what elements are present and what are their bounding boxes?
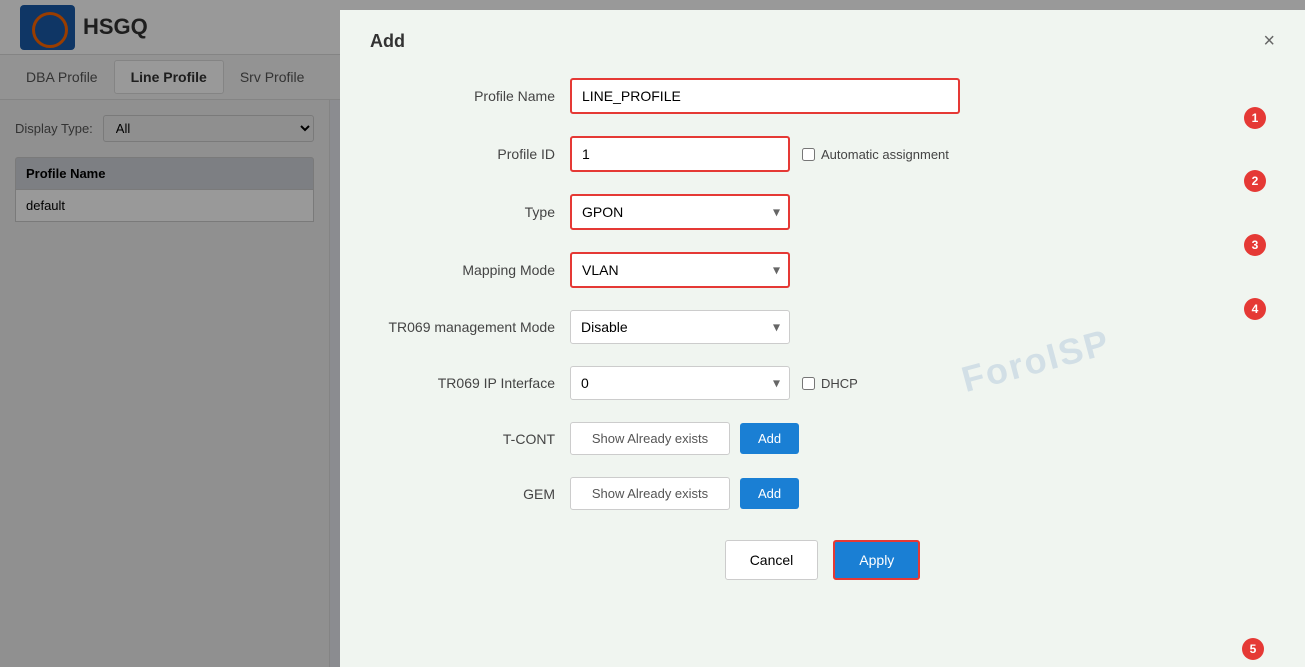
tr069-ip-control-row: 0 1 2 DHCP [570,366,858,400]
tcont-controls: Show Already exists Add [570,422,799,455]
automatic-assignment-checkbox[interactable] [802,148,815,161]
profile-id-input[interactable] [570,136,790,172]
tr069-mode-select-wrapper: Disable Enable [570,310,790,344]
add-modal: Add × 1 2 3 4 5 Profile Name Profile ID … [340,10,1305,667]
mapping-mode-row: Mapping Mode VLAN GEM TLS [370,252,1275,288]
close-button[interactable]: × [1263,30,1275,53]
mapping-mode-select[interactable]: VLAN GEM TLS [570,252,790,288]
tr069-mode-row: TR069 management Mode Disable Enable [370,310,1275,344]
profile-name-row: Profile Name [370,78,1275,114]
tr069-mode-label: TR069 management Mode [370,319,570,335]
step-badge-1: 1 [1244,107,1266,129]
gem-row: GEM Show Already exists Add [370,477,1275,510]
type-select[interactable]: GPON EPON XGS-PON [570,194,790,230]
profile-id-control-row: Automatic assignment [570,136,949,172]
tr069-ip-row: TR069 IP Interface 0 1 2 DHCP [370,366,1275,400]
automatic-assignment-label: Automatic assignment [802,147,949,162]
type-select-wrapper: GPON EPON XGS-PON [570,194,790,230]
gem-controls: Show Already exists Add [570,477,799,510]
type-row: Type GPON EPON XGS-PON [370,194,1275,230]
profile-id-label: Profile ID [370,146,570,162]
tcont-label: T-CONT [370,431,570,447]
tcont-show-button[interactable]: Show Already exists [570,422,730,455]
profile-id-row: Profile ID Automatic assignment [370,136,1275,172]
step-badge-2: 2 [1244,170,1266,192]
tr069-mode-select[interactable]: Disable Enable [570,310,790,344]
step-badge-3: 3 [1244,234,1266,256]
profile-name-label: Profile Name [370,88,570,104]
profile-name-input[interactable] [570,78,960,114]
type-label: Type [370,204,570,220]
dhcp-checkbox[interactable] [802,377,815,390]
mapping-mode-label: Mapping Mode [370,262,570,278]
modal-header: Add × [370,30,1275,53]
modal-footer: Cancel Apply [370,540,1275,580]
step-badge-4: 4 [1244,298,1266,320]
gem-label: GEM [370,486,570,502]
step-badge-5: 5 [1242,638,1264,660]
modal-title: Add [370,31,405,52]
mapping-mode-select-wrapper: VLAN GEM TLS [570,252,790,288]
tcont-row: T-CONT Show Already exists Add [370,422,1275,455]
tr069-ip-label: TR069 IP Interface [370,375,570,391]
dhcp-label: DHCP [802,376,858,391]
tr069-ip-select[interactable]: 0 1 2 [570,366,790,400]
apply-button[interactable]: Apply [833,540,920,580]
tr069-ip-select-wrapper: 0 1 2 [570,366,790,400]
tcont-add-button[interactable]: Add [740,423,799,454]
gem-show-button[interactable]: Show Already exists [570,477,730,510]
gem-add-button[interactable]: Add [740,478,799,509]
cancel-button[interactable]: Cancel [725,540,819,580]
